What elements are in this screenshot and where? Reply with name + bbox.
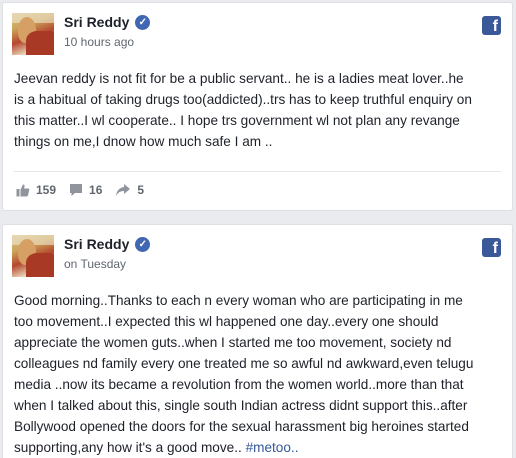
post-text-line: Jeevan reddy is not fit for be a public …: [14, 71, 464, 86]
post-text-line: when I talked about this, single south I…: [14, 398, 468, 413]
post-card: Sri Reddy ✓ 10 hours ago f Jeevan reddy …: [2, 2, 513, 211]
post-text-line: supporting,any how it's a good move.. #m…: [14, 437, 506, 458]
author-row: Sri Reddy ✓: [64, 14, 151, 30]
facebook-logo-icon[interactable]: f: [482, 16, 501, 35]
post-text-line: appreciate the women guts..when I starte…: [14, 335, 452, 350]
author-row: Sri Reddy ✓: [64, 236, 151, 252]
verified-badge-icon: ✓: [135, 236, 151, 252]
share-arrow-icon: [115, 183, 131, 197]
post-text-line: media ..now its became a revolution from…: [14, 377, 464, 392]
post-timestamp[interactable]: 10 hours ago: [64, 35, 134, 49]
post-text-line: this matter..I wl cooperate.. I hope trs…: [14, 113, 460, 128]
author-avatar[interactable]: [12, 13, 54, 55]
facebook-logo-icon[interactable]: f: [482, 238, 501, 257]
comment-icon: [69, 183, 83, 197]
post-timestamp[interactable]: on Tuesday: [64, 257, 126, 271]
like-count: 159: [36, 183, 57, 197]
share-count: 5: [137, 183, 145, 197]
post-text-line-segment: supporting,any how it's a good move..: [14, 440, 242, 455]
post-text-line: Bollywood opened the doors for the sexua…: [14, 419, 469, 434]
divider: [14, 171, 501, 172]
post-text-line: too movement..I expected this wl happene…: [14, 314, 439, 329]
thumbs-up-icon: [16, 183, 30, 197]
comment-button[interactable]: 16: [69, 183, 102, 197]
post-text-line: is a habitual of taking drugs too(addict…: [14, 92, 472, 107]
post-text: Good morning..Thanks to each n every wom…: [14, 290, 506, 458]
post-text-line: Good morning..Thanks to each n every wom…: [14, 293, 463, 308]
like-button[interactable]: 159: [16, 183, 56, 197]
hashtag-link[interactable]: #metoo..: [246, 440, 299, 455]
post-text: Jeevan reddy is not fit for be a public …: [14, 68, 506, 152]
author-avatar[interactable]: [12, 235, 54, 277]
post-text-line: things on me,I dnow how much safe I am .…: [14, 134, 273, 149]
comment-count: 16: [89, 183, 103, 197]
post-text-line: colleagues nd family every one treated m…: [14, 356, 474, 371]
author-name[interactable]: Sri Reddy: [64, 14, 129, 30]
verified-badge-icon: ✓: [135, 14, 151, 30]
share-button[interactable]: 5: [115, 183, 144, 197]
post-actions: 159 16 5: [16, 183, 157, 197]
post-card: Sri Reddy ✓ on Tuesday f Good morning..T…: [2, 224, 513, 458]
author-name[interactable]: Sri Reddy: [64, 236, 129, 252]
